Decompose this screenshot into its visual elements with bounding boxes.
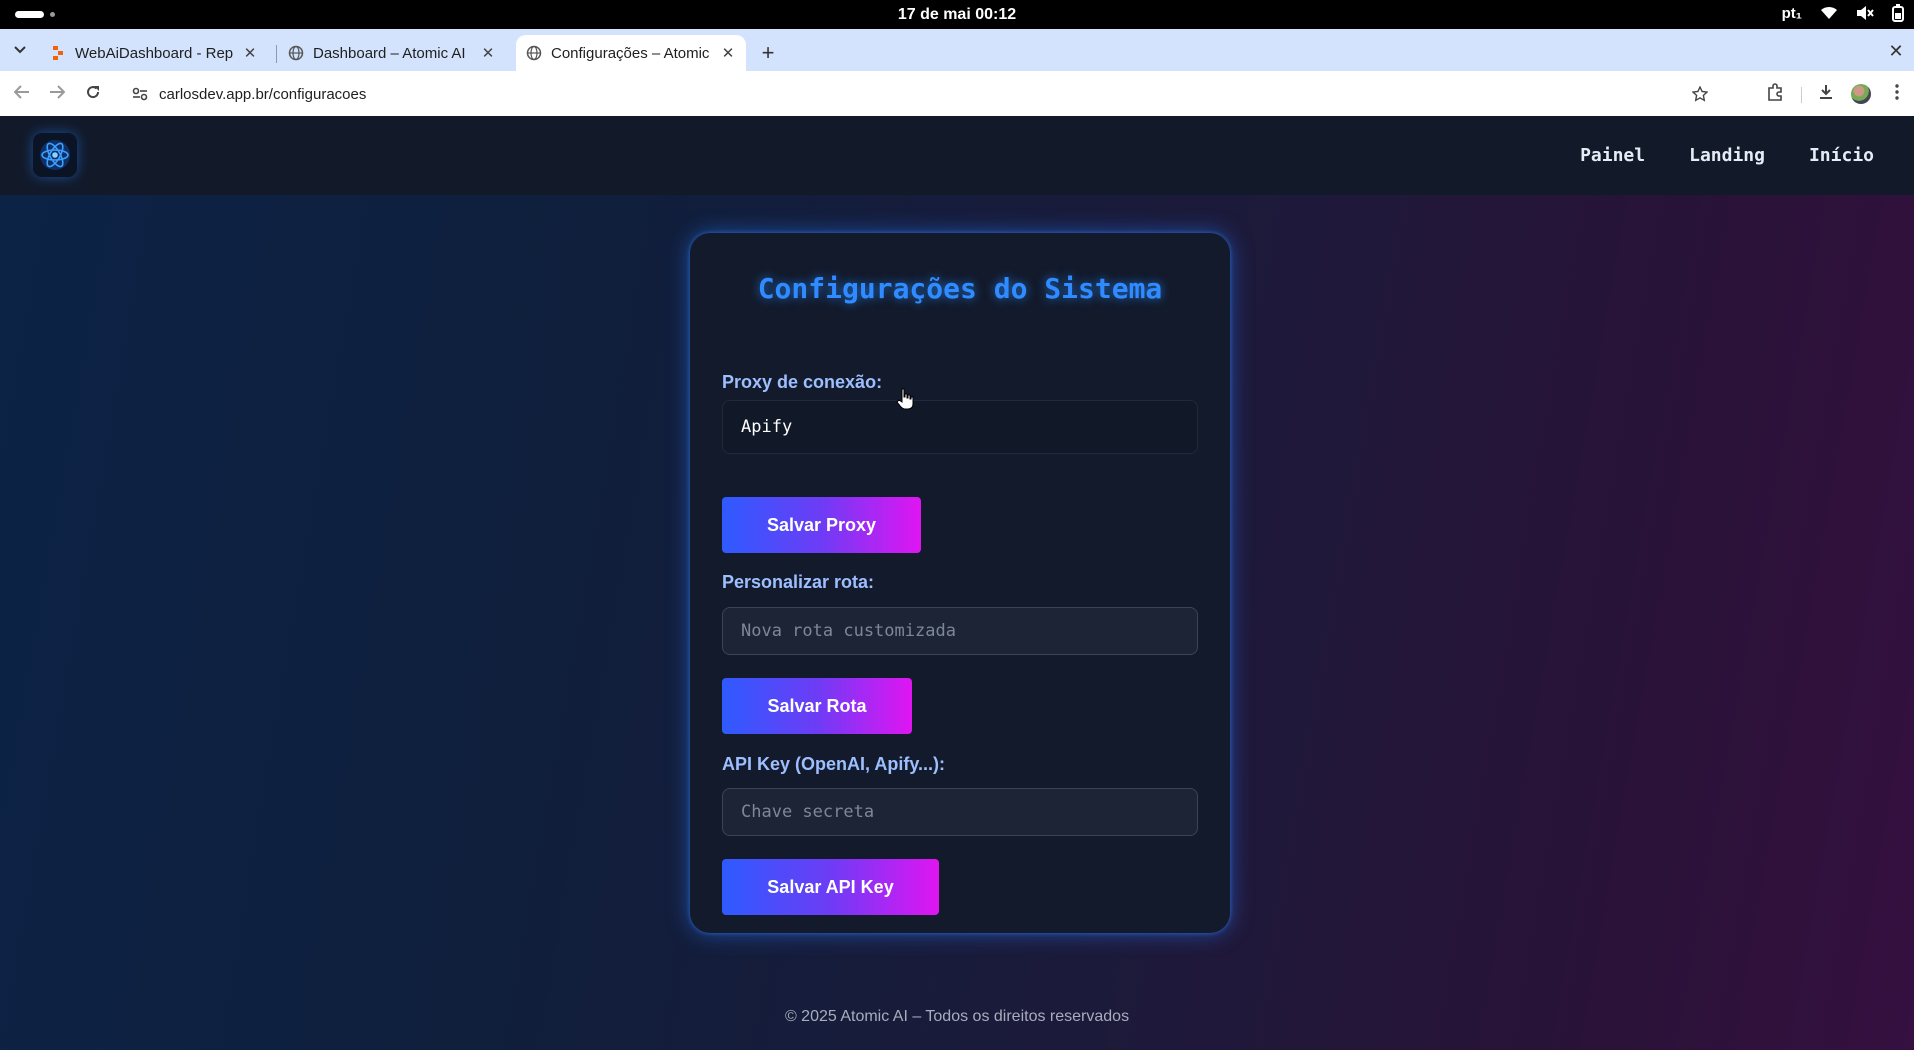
arrow-left-icon [13, 84, 30, 104]
tab-dashboard[interactable]: Dashboard – Atomic AI ✕ [278, 35, 506, 71]
hand-cursor-icon [896, 388, 914, 415]
proxy-select[interactable]: Apify [722, 400, 1198, 454]
language-indicator[interactable]: pt₁ [1782, 5, 1802, 22]
tab-title: Dashboard – Atomic AI [313, 44, 466, 62]
nav-link-inicio[interactable]: Início [1809, 145, 1874, 166]
globe-icon [526, 45, 542, 61]
save-api-key-button[interactable]: Salvar API Key [722, 859, 939, 915]
profile-avatar[interactable] [1851, 84, 1871, 104]
wifi-icon [1820, 6, 1838, 20]
settings-card: Configurações do Sistema Proxy de conexã… [690, 233, 1230, 933]
tab-webaidashboard[interactable]: WebAiDashboard - Rep ✕ [40, 35, 268, 71]
nav-links: Painel Landing Início [1580, 116, 1874, 195]
api-key-label: API Key (OpenAI, Apify...): [722, 754, 946, 774]
battery-icon [1892, 4, 1904, 22]
download-icon [1818, 84, 1834, 105]
more-vertical-icon [1895, 83, 1899, 105]
route-input[interactable] [722, 607, 1198, 655]
downloads-button[interactable] [1813, 81, 1839, 107]
save-route-button[interactable]: Salvar Rota [722, 678, 912, 734]
address-bar[interactable]: carlosdev.app.br/configuracoes [123, 77, 1717, 111]
toolbar-separator [1801, 87, 1802, 103]
tab-configuracoes[interactable]: Configurações – Atomic ✕ [516, 35, 746, 71]
site-info-icon[interactable] [127, 81, 153, 107]
tab-separator [276, 45, 277, 63]
chevron-down-icon [14, 41, 26, 59]
forward-button[interactable] [44, 81, 70, 107]
proxy-label: Proxy de conexão: [722, 372, 883, 392]
nav-link-painel[interactable]: Painel [1580, 145, 1645, 166]
save-proxy-button[interactable]: Salvar Proxy [722, 497, 921, 553]
puzzle-icon [1766, 82, 1784, 106]
os-top-bar: 17 de mai 00:12 pt₁ [0, 0, 1914, 29]
back-button[interactable] [9, 81, 35, 107]
tab-title: WebAiDashboard - Rep [75, 44, 234, 62]
reload-icon [85, 84, 101, 105]
page-content: Painel Landing Início Configurações do S… [0, 116, 1914, 1050]
proxy-selected-value: Apify [741, 417, 793, 437]
close-icon[interactable]: ✕ [720, 45, 736, 62]
extensions-button[interactable] [1762, 81, 1788, 107]
footer-text: © 2025 Atomic AI – Todos os direitos res… [784, 1008, 1130, 1025]
browser-menu-button[interactable] [1884, 81, 1910, 107]
atom-logo-icon[interactable] [33, 133, 77, 177]
close-icon[interactable]: ✕ [480, 45, 496, 62]
arrow-right-icon [49, 84, 66, 104]
replit-icon [50, 45, 66, 61]
os-clock[interactable]: 17 de mai 00:12 [0, 6, 1914, 24]
window-close-button[interactable]: ✕ [1886, 41, 1906, 61]
bookmark-star-icon[interactable] [1687, 81, 1713, 107]
route-label: Personalizar rota: [722, 572, 875, 592]
page-title: Configurações do Sistema [757, 272, 1163, 305]
volume-muted-icon [1856, 5, 1874, 21]
plus-icon: + [761, 40, 775, 65]
api-key-input[interactable] [722, 788, 1198, 836]
tab-search-button[interactable] [8, 38, 32, 62]
reload-button[interactable] [80, 81, 106, 107]
new-tab-button[interactable]: + [756, 40, 780, 65]
tab-title: Configurações – Atomic [551, 44, 710, 62]
nav-link-landing[interactable]: Landing [1689, 145, 1765, 166]
close-icon: ✕ [1888, 40, 1904, 61]
globe-icon [288, 45, 304, 61]
browser-toolbar: carlosdev.app.br/configuracoes [0, 71, 1914, 116]
app-navbar: Painel Landing Início [0, 116, 1914, 195]
system-tray[interactable]: pt₁ [1782, 4, 1904, 22]
close-icon[interactable]: ✕ [242, 45, 258, 62]
url-text[interactable]: carlosdev.app.br/configuracoes [159, 86, 366, 103]
tab-strip: WebAiDashboard - Rep ✕ Dashboard – Atomi… [0, 29, 1914, 71]
